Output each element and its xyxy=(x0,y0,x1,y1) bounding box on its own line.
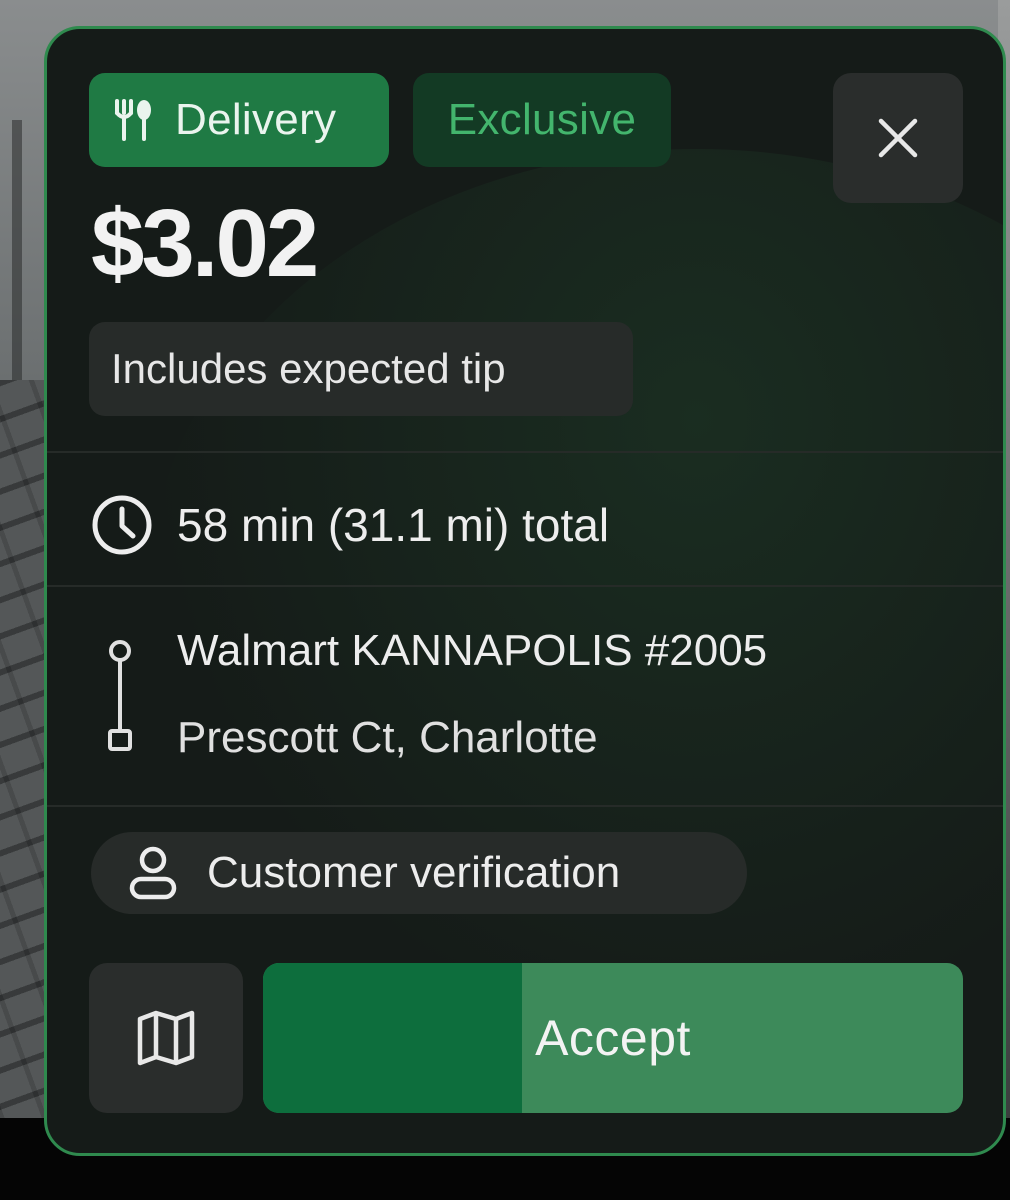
delivery-badge: Delivery xyxy=(89,73,389,167)
clock-icon xyxy=(92,495,152,555)
trip-summary: 58 min (31.1 mi) total xyxy=(91,491,609,559)
fork-knife-icon xyxy=(115,99,151,141)
accept-label: Accept xyxy=(535,1010,691,1066)
map-button[interactable] xyxy=(89,963,243,1113)
accept-timer-fill xyxy=(263,963,522,1113)
close-icon xyxy=(878,118,918,158)
tip-note-label: Includes expected tip xyxy=(111,345,506,392)
requirement-chip: Customer verification xyxy=(91,832,747,914)
background-pole xyxy=(12,120,22,380)
person-icon xyxy=(129,846,177,900)
pickup-location: Walmart KANNAPOLIS #2005 xyxy=(177,626,768,675)
requirement-label: Customer verification xyxy=(207,848,621,897)
divider xyxy=(47,805,1003,807)
close-button[interactable] xyxy=(833,73,963,203)
route-icon xyxy=(108,640,132,751)
offer-price: $3.02 xyxy=(91,190,319,297)
dropoff-location: Prescott Ct, Charlotte xyxy=(177,713,598,762)
map-icon xyxy=(137,1010,195,1066)
tip-note: Includes expected tip xyxy=(89,322,633,416)
trip-summary-label: 58 min (31.1 mi) total xyxy=(177,499,610,551)
offer-card[interactable]: Delivery Exclusive $3.02 Includes expect… xyxy=(44,26,1006,1156)
exclusive-label: Exclusive xyxy=(447,95,637,144)
divider xyxy=(47,451,1003,453)
delivery-label: Delivery xyxy=(175,95,337,144)
accept-button[interactable]: Accept xyxy=(263,963,963,1113)
exclusive-badge: Exclusive xyxy=(413,73,671,167)
divider xyxy=(47,585,1003,587)
